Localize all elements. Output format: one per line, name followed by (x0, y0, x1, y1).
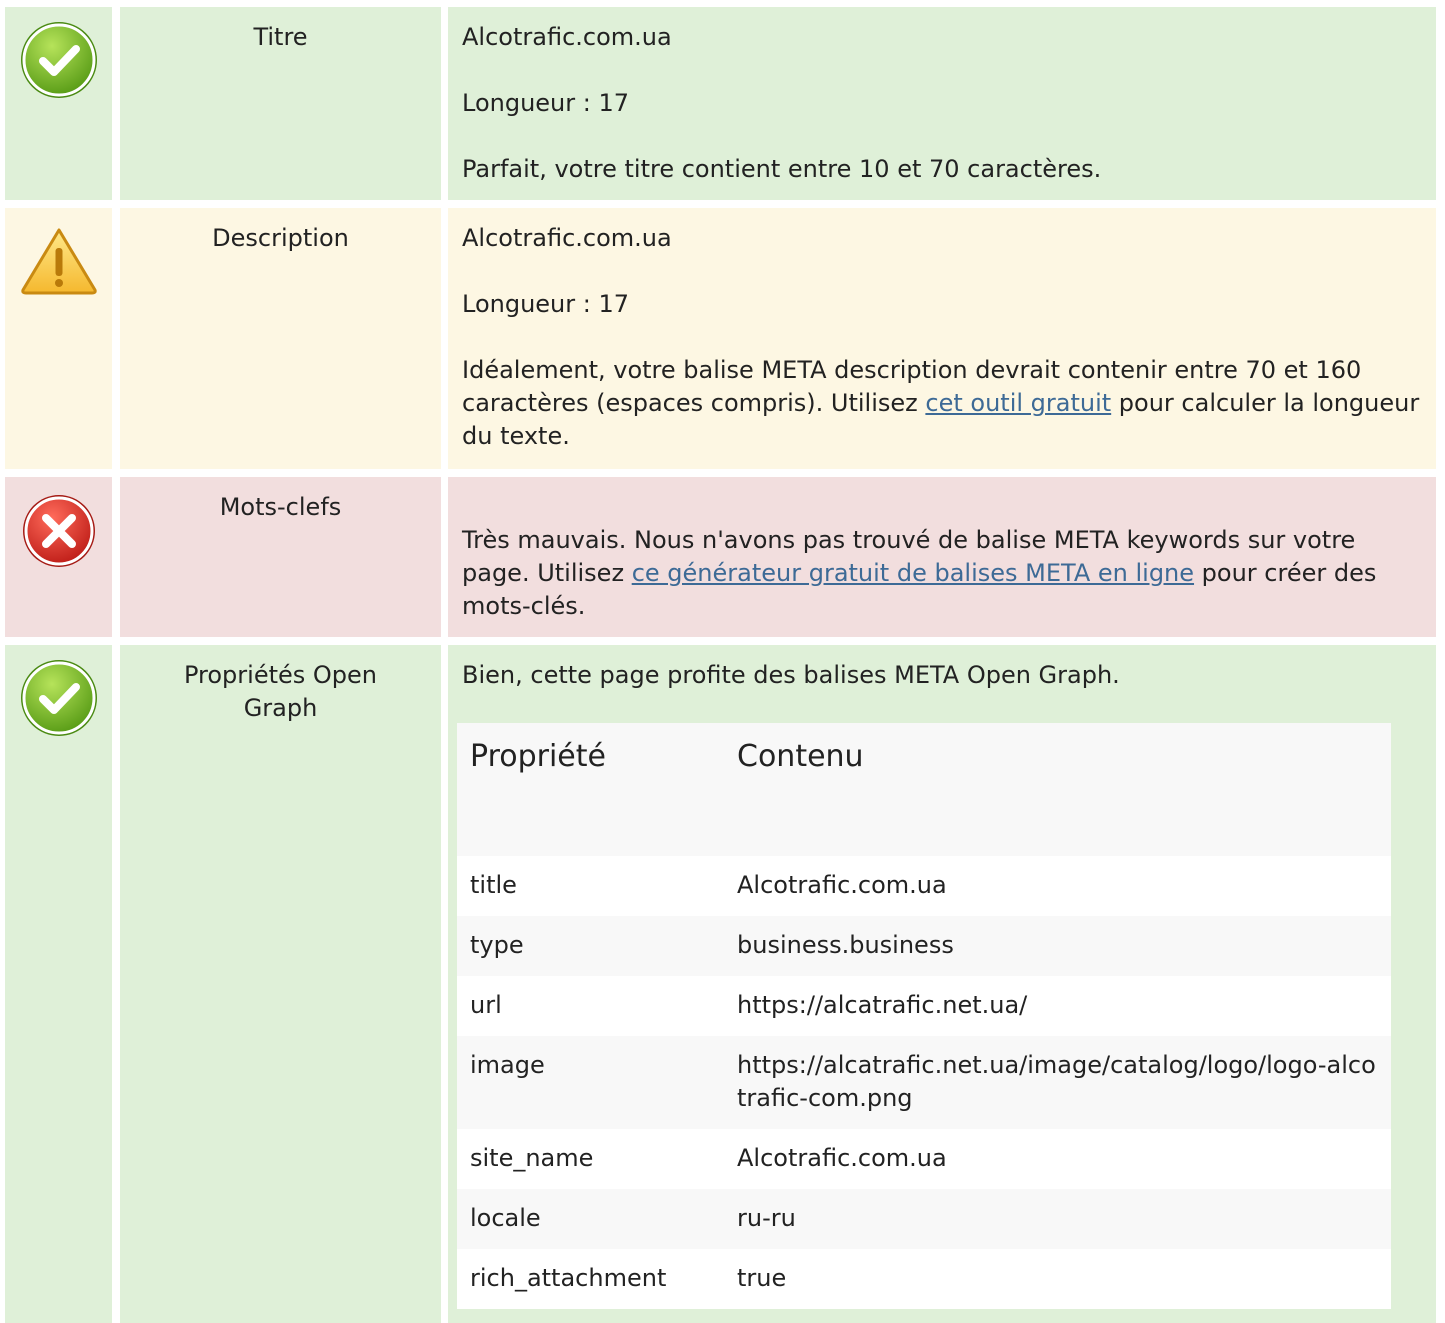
og-content: business.business (737, 931, 954, 959)
opengraph-message: Bien, cette page profite des balises MET… (462, 661, 1120, 689)
row-label: Titre (253, 23, 308, 51)
warning-triangle-icon (21, 228, 97, 295)
og-property: title (470, 871, 517, 899)
table-row: title Alcotrafic.com.ua (457, 856, 1391, 916)
description-length: Longueur : 17 (462, 290, 630, 318)
check-circle-icon (21, 660, 97, 736)
column-header-content: Contenu (737, 739, 864, 774)
og-property: type (470, 931, 524, 959)
row-label: Description (212, 224, 349, 252)
row-label-cell: Propriétés Open Graph (120, 645, 441, 1323)
og-property: url (470, 991, 502, 1019)
table-row: rich_attachment true (457, 1249, 1391, 1309)
opengraph-table: Propriété Contenu title Alcotrafic.com.u… (457, 723, 1391, 1309)
table-row: locale ru-ru (457, 1189, 1391, 1249)
length-tool-link[interactable]: cet outil gratuit (925, 389, 1111, 417)
og-property: locale (470, 1204, 541, 1232)
seo-row-description: Description Alcotrafic.com.ua Longueur :… (5, 208, 1436, 469)
row-content-cell: Alcotrafic.com.ua Longueur : 17 Parfait,… (448, 7, 1436, 200)
title-value: Alcotrafic.com.ua (462, 23, 672, 51)
description-message: Idéalement, votre balise META descriptio… (462, 354, 1422, 453)
row-content-cell: Très mauvais. Nous n'avons pas trouvé de… (448, 477, 1436, 637)
meta-generator-link[interactable]: ce générateur gratuit de balises META en… (632, 559, 1194, 587)
og-property: site_name (470, 1144, 594, 1172)
table-row: site_name Alcotrafic.com.ua (457, 1129, 1391, 1189)
og-content: true (737, 1264, 787, 1292)
status-cell (5, 645, 112, 1323)
row-label: Propriétés Open Graph (183, 661, 378, 722)
table-row: url https://alcatrafic.net.ua/ (457, 976, 1391, 1036)
status-cell (5, 477, 112, 637)
og-property: image (470, 1051, 545, 1079)
table-row: type business.business (457, 916, 1391, 976)
row-label-cell: Titre (120, 7, 441, 200)
seo-row-title: Titre Alcotrafic.com.ua Longueur : 17 Pa… (5, 7, 1436, 200)
row-label: Mots-clefs (219, 493, 342, 521)
description-value: Alcotrafic.com.ua (462, 224, 672, 252)
status-cell (5, 208, 112, 469)
og-content: https://alcatrafic.net.ua/image/catalog/… (737, 1051, 1376, 1112)
og-content: Alcotrafic.com.ua (737, 1144, 947, 1172)
row-label-cell: Description (120, 208, 441, 469)
opengraph-table-header: Propriété Contenu (457, 723, 1391, 856)
og-content: Alcotrafic.com.ua (737, 871, 947, 899)
og-content: https://alcatrafic.net.ua/ (737, 991, 1028, 1019)
check-circle-icon (21, 22, 97, 98)
title-message: Parfait, votre titre contient entre 10 e… (462, 155, 1102, 183)
title-length: Longueur : 17 (462, 89, 630, 117)
og-content: ru-ru (737, 1204, 796, 1232)
column-header-property: Propriété (470, 739, 606, 774)
row-label-cell: Mots-clefs (120, 477, 441, 637)
row-content-cell: Alcotrafic.com.ua Longueur : 17 Idéaleme… (448, 208, 1436, 469)
x-circle-icon (23, 495, 95, 567)
status-cell (5, 7, 112, 200)
table-row: image https://alcatrafic.net.ua/image/ca… (457, 1036, 1391, 1129)
seo-row-keywords: Mots-clefs Très mauvais. Nous n'avons pa… (5, 477, 1436, 637)
keywords-message: Très mauvais. Nous n'avons pas trouvé de… (462, 524, 1422, 623)
og-property: rich_attachment (470, 1264, 667, 1292)
